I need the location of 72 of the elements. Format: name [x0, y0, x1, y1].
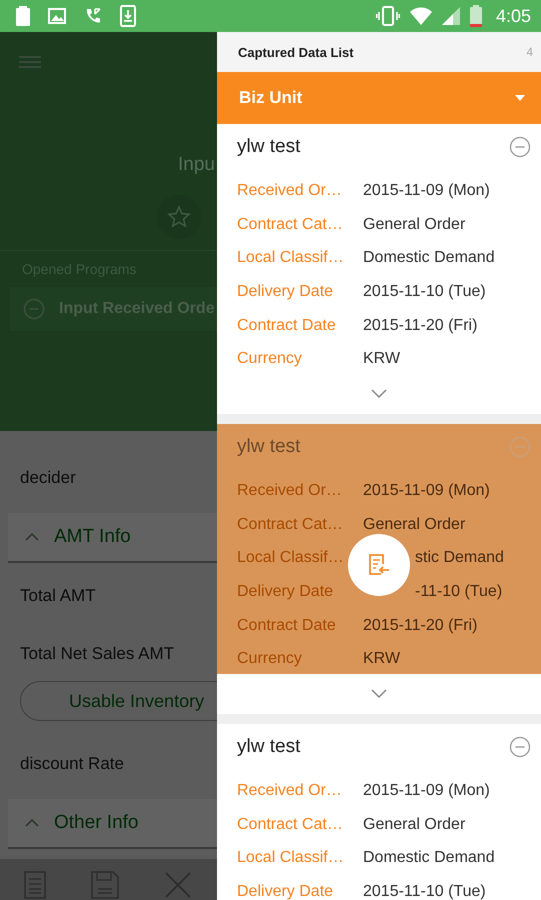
data-card[interactable]: ylw test Received Or… 2015-11-09 (Mon) Contract Cat… General Order Local Classif… Domestic Demand Delivery Date 2015-11-10 (Tue) Contract Date 2015-11-20 (Fri) Currency KRW [217, 124, 541, 414]
chevron-icon [24, 818, 40, 828]
menu-icon[interactable] [19, 55, 41, 69]
field-label: Contract Date [237, 316, 337, 335]
field-label: Contract Cat… [237, 216, 344, 234]
card-title: ylw test [237, 736, 300, 758]
field-label: Received Or… [237, 182, 343, 200]
field-value: 2015-11-09 (Mon) [363, 182, 490, 200]
remove-icon[interactable] [23, 298, 45, 320]
expand-icon[interactable] [371, 389, 387, 399]
field-value: KRW [363, 350, 400, 368]
field-label: Contract Cat… [237, 816, 344, 834]
card-title: ylw test [237, 436, 300, 458]
field-value: KRW [363, 650, 400, 668]
favorite-button[interactable] [157, 195, 201, 239]
field-value: General Order [363, 816, 466, 834]
data-card[interactable]: ylw test Received Or… 2015-11-09 (Mon) Contract Cat… General Order Local Classif… stic Demand Delivery Date -11-10 (Tue) Contract Date 2015-11-20 (Fri) Currency KRW [217, 424, 541, 714]
field-label: Delivery Date [237, 282, 334, 301]
document-icon[interactable] [24, 871, 46, 899]
star-icon [167, 205, 191, 229]
section-header[interactable]: Other Info [8, 799, 217, 849]
field-value: -11-10 (Tue) [415, 582, 502, 601]
field-label: Delivery Date [237, 882, 334, 900]
phone-icon [84, 7, 102, 25]
field-value: 2015-11-10 (Tue) [363, 882, 486, 900]
field-value: Domestic Demand [363, 249, 495, 268]
field-label: discount Rate [19, 753, 125, 775]
remove-icon[interactable] [509, 136, 531, 158]
field-value: 2015-11-10 (Tue) [363, 282, 486, 301]
field-label: Currency [237, 650, 303, 668]
item-count: 4 [526, 45, 533, 59]
page-title: Inpu [178, 154, 215, 176]
image-icon [48, 8, 66, 24]
signal-icon [442, 7, 460, 25]
field-label: Delivery Date [237, 582, 334, 601]
field-value: Domestic Demand [363, 849, 495, 868]
data-card[interactable]: ylw test Received Or… 2015-11-09 (Mon) Contract Cat… General Order Local Classif… Domestic Demand Delivery Date 2015-11-10 (Tue) [217, 724, 541, 900]
drawer-title: Captured Data List [238, 44, 354, 60]
expand-icon[interactable] [371, 689, 387, 699]
biz-unit-dropdown[interactable]: Biz Unit [217, 72, 541, 124]
field-label: Received Or… [237, 482, 343, 500]
battery-icon [470, 5, 482, 27]
battery-icon [16, 6, 30, 26]
wifi-icon [410, 7, 432, 25]
field-value: 2015-11-09 (Mon) [363, 782, 490, 800]
close-icon[interactable] [164, 871, 192, 899]
field-label: Contract Date [237, 616, 337, 635]
field-value: General Order [363, 516, 466, 534]
caret-icon [515, 95, 525, 101]
field-value: 2015-11-20 (Fri) [363, 316, 478, 335]
section-header[interactable]: AMT Info [8, 513, 217, 563]
field-label: Total AMT [19, 585, 97, 607]
field-label: Local Classif… [237, 249, 345, 268]
field-value: General Order [363, 216, 466, 234]
save-icon[interactable] [91, 871, 119, 899]
field-label: Currency [237, 350, 303, 368]
document-import-icon [367, 553, 391, 577]
remove-icon[interactable] [509, 736, 531, 758]
phone-download-icon [120, 5, 136, 27]
field-value: stic Demand [415, 549, 504, 568]
chevron-icon [24, 532, 40, 542]
field-label: Local Classif… [237, 849, 345, 868]
field-label: Contract Cat… [237, 516, 344, 534]
field-label: Received Or… [237, 782, 343, 800]
field-label: Total Net Sales AMT [19, 643, 176, 665]
clock-time: 4:05 [496, 6, 531, 26]
field-label: Local Classif… [237, 549, 345, 568]
card-title: ylw test [237, 136, 300, 158]
field-label: decider [19, 467, 77, 489]
vibrate-icon [376, 6, 400, 26]
field-value: 2015-11-20 (Fri) [363, 616, 478, 635]
field-value: 2015-11-09 (Mon) [363, 482, 490, 500]
